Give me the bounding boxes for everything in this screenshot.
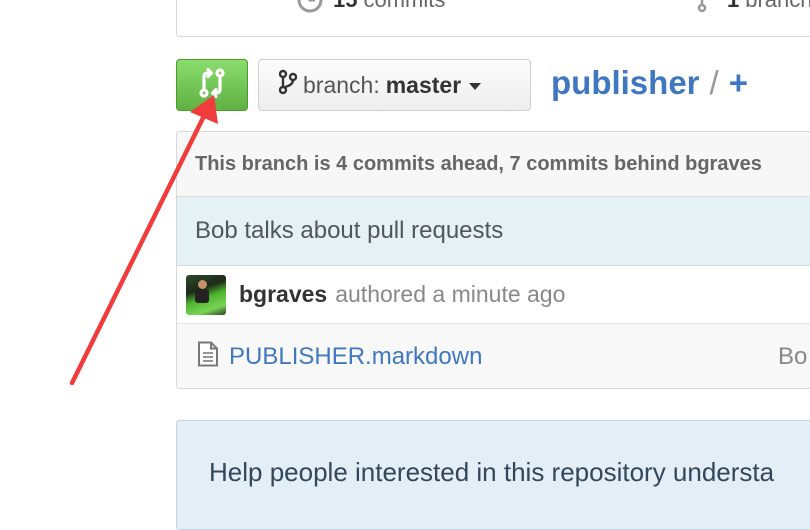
authored-time: authored a minute ago bbox=[335, 281, 566, 307]
commit-meta-row: bgraves authored a minute ago bbox=[177, 266, 810, 324]
history-icon bbox=[297, 0, 323, 13]
commit-title-row: Bob talks about pull requests bbox=[177, 197, 810, 266]
repo-stats-bar: 15 commits 1 branch bbox=[176, 0, 810, 37]
commits-stat[interactable]: 15 commits bbox=[297, 0, 445, 13]
git-branch-icon bbox=[278, 69, 298, 101]
readme-prompt-text: Help people interested in this repositor… bbox=[209, 457, 775, 487]
tracking-text: This branch is 4 commits ahead, 7 commit… bbox=[195, 152, 762, 175]
file-list-row: PUBLISHER.markdown Bo bbox=[177, 324, 810, 388]
latest-commit-box: This branch is 4 commits ahead, 7 commit… bbox=[176, 131, 810, 389]
compare-arrows-icon bbox=[196, 67, 228, 104]
branches-stat[interactable]: 1 branch bbox=[697, 0, 810, 13]
avatar[interactable] bbox=[186, 274, 226, 315]
chevron-down-icon bbox=[469, 82, 482, 90]
file-commit-message[interactable]: Bo bbox=[778, 343, 807, 371]
repo-name-link[interactable]: publisher bbox=[551, 64, 700, 102]
commits-count: 15 bbox=[333, 0, 357, 13]
commits-label: commits bbox=[363, 0, 445, 13]
branch-icon bbox=[697, 0, 717, 13]
branch-label: branch: bbox=[303, 71, 380, 98]
readme-prompt-box: Help people interested in this repositor… bbox=[176, 420, 810, 530]
file-icon bbox=[197, 341, 219, 374]
branches-count: 1 bbox=[727, 0, 739, 13]
add-file-button[interactable]: + bbox=[729, 64, 748, 102]
branch-tracking-status: This branch is 4 commits ahead, 7 commit… bbox=[177, 132, 810, 197]
compare-button[interactable] bbox=[176, 59, 248, 111]
commit-author[interactable]: bgraves bbox=[239, 281, 327, 308]
branches-label: branch bbox=[745, 0, 810, 13]
path-separator: / bbox=[709, 64, 719, 101]
file-name-link[interactable]: PUBLISHER.markdown bbox=[229, 343, 482, 371]
branch-value: master bbox=[385, 71, 462, 98]
commit-title[interactable]: Bob talks about pull requests bbox=[195, 217, 503, 245]
repo-breadcrumb: publisher / + bbox=[551, 60, 748, 106]
branch-select-button[interactable]: branch: master bbox=[258, 59, 531, 111]
